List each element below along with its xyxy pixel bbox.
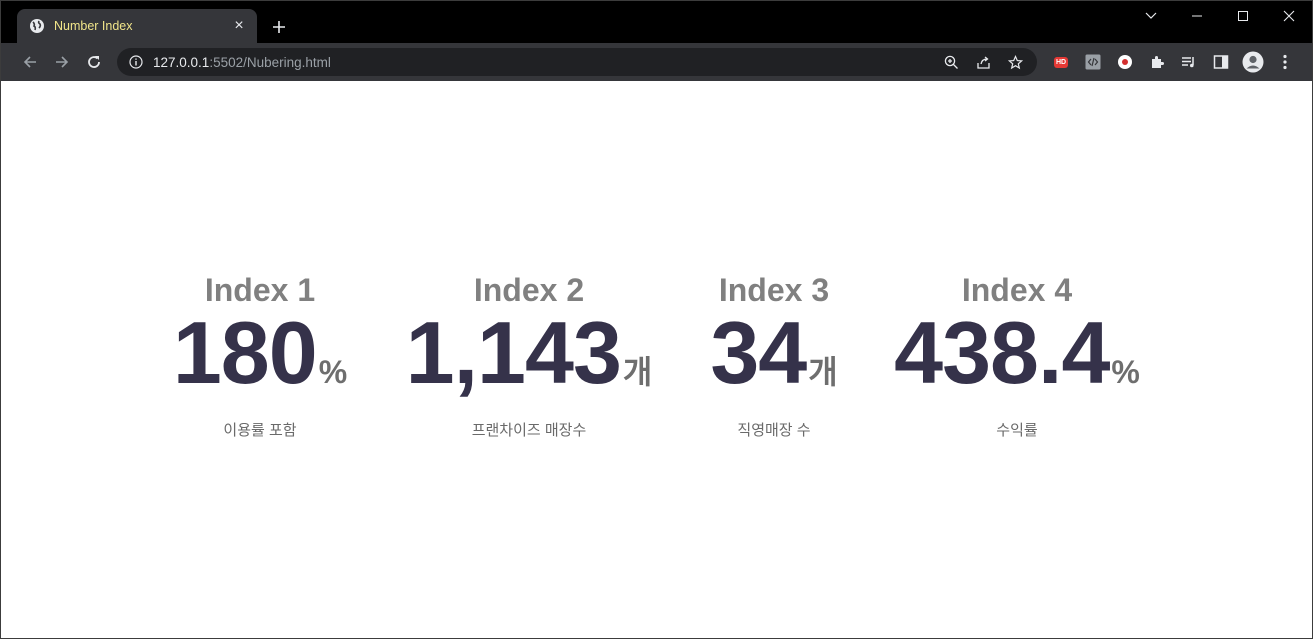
avatar-icon [1242,51,1264,73]
star-icon[interactable] [999,50,1031,74]
playlist-icon [1182,57,1194,68]
minimize-button[interactable] [1174,1,1220,31]
globe-icon [29,18,45,34]
window-controls [1128,1,1312,33]
stat-index-1: Index 1 180% 이용률 포함 [173,271,347,441]
share-icon[interactable] [967,50,999,74]
browser-window: Number Index × 127.0.0.1:5502/Nubering.h… [0,0,1313,639]
info-icon[interactable] [127,53,145,71]
forward-button[interactable] [47,47,77,77]
stat-description: 수익률 [996,422,1038,439]
extensions-button[interactable] [1141,47,1173,77]
maximize-button[interactable] [1220,1,1266,31]
stat-value-row: 180% [173,309,348,419]
extensions-bar: HD [1045,47,1301,77]
reload-button[interactable] [79,47,109,77]
url-text: 127.0.0.1:5502/Nubering.html [153,55,331,70]
browser-toolbar: 127.0.0.1:5502/Nubering.html HD [1,43,1312,81]
stat-value: 34 [710,303,807,402]
record-extension-button[interactable] [1109,47,1141,77]
stat-unit: % [1111,354,1140,390]
media-controls-button[interactable] [1173,47,1205,77]
arrow-left-icon [23,56,36,68]
code-extension-button[interactable] [1077,47,1109,77]
plus-icon [273,21,285,33]
record-icon [1118,55,1132,69]
stat-unit: % [318,354,348,390]
stat-value: 1,143 [405,303,622,402]
stat-description: 이용률 포함 [223,422,297,439]
close-icon[interactable]: × [231,18,247,34]
side-panel-icon [1213,55,1229,69]
omnibox-actions [935,50,1031,74]
arrow-right-icon [56,56,69,68]
page-content: Index 1 180% 이용률 포함 Index 2 1,143개 프랜차이즈… [1,81,1312,638]
reload-icon [88,56,100,68]
stat-description: 프랜차이즈 매장수 [471,422,587,439]
stat-value: 180 [172,303,318,402]
stat-index-4: Index 4 438.4% 수익률 [894,271,1140,441]
stat-unit: 개 [622,354,653,390]
stat-value-row: 34개 [710,309,838,419]
back-button[interactable] [15,47,45,77]
chevron-down-icon [1145,12,1157,19]
hd-extension-badge: HD [1053,56,1069,68]
close-window-button[interactable] [1266,1,1312,31]
side-panel-button[interactable] [1205,47,1237,77]
kebab-menu-icon [1283,54,1287,70]
tab-search-button[interactable] [1128,1,1174,31]
stat-value: 438.4 [894,303,1110,402]
stat-description: 직영매장 수 [737,422,811,439]
new-tab-button[interactable] [267,15,291,39]
url-path: :5502/Nubering.html [209,54,331,70]
menu-button[interactable] [1269,47,1301,77]
close-window-icon [1283,10,1295,22]
address-bar[interactable]: 127.0.0.1:5502/Nubering.html [117,48,1037,76]
stat-index-2: Index 2 1,143개 프랜차이즈 매장수 [406,271,653,441]
profile-button[interactable] [1237,47,1269,77]
puzzle-icon [1152,56,1164,68]
code-icon [1085,54,1101,70]
stat-index-3: Index 3 34개 직영매장 수 [710,271,837,441]
stat-value-row: 438.4% [894,309,1140,419]
tab-number-index[interactable]: Number Index × [17,9,257,43]
tab-strip: Number Index × [1,1,1312,43]
zoom-icon[interactable] [935,50,967,74]
maximize-icon [1238,11,1248,21]
tab-title: Number Index [54,19,133,33]
hd-extension-button[interactable]: HD [1045,47,1077,77]
stat-unit: 개 [808,354,838,390]
stat-value-row: 1,143개 [406,309,653,419]
minimize-icon [1192,15,1202,17]
url-host: 127.0.0.1 [153,54,210,70]
